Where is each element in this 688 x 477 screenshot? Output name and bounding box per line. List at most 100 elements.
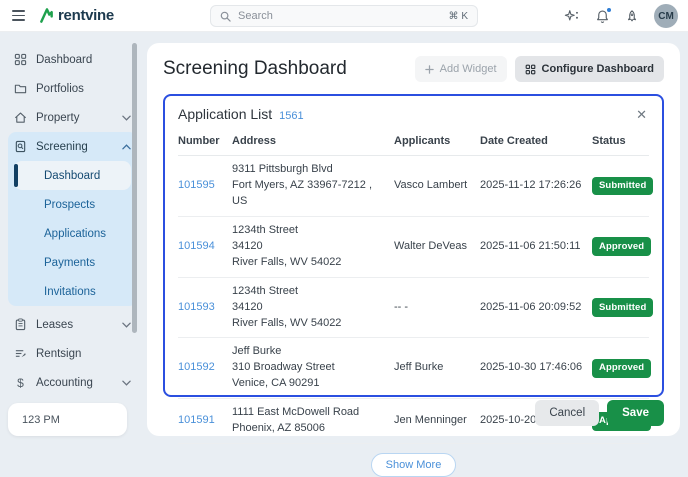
show-more-button[interactable]: Show More [371, 453, 457, 477]
status-badge: Submitted [592, 177, 653, 196]
column-header-status: Status [592, 130, 649, 156]
sidebar-subitem-payments[interactable]: Payments [14, 248, 131, 277]
sidebar-subitem-applications[interactable]: Applications [14, 219, 131, 248]
sidebar-item-label: Leases [36, 319, 73, 331]
sidebar-group-screening: Screening Dashboard Prospects Applicatio… [8, 132, 137, 306]
address-cell: 1111 East McDowell RoadPhoenix, AZ 85006 [232, 399, 394, 444]
search-placeholder: Search [238, 10, 273, 22]
close-icon[interactable]: ✕ [634, 106, 649, 123]
sidebar-subitem-label: Dashboard [44, 170, 100, 182]
chevron-down-icon [122, 322, 131, 328]
sidebar-item-label: Rentsign [36, 348, 81, 360]
sidebar-item-label: Screening [36, 141, 88, 153]
configure-dashboard-button[interactable]: Configure Dashboard [515, 56, 664, 82]
chevron-down-icon [122, 115, 131, 121]
screening-icon [14, 140, 27, 153]
rentvine-logo-icon [39, 8, 54, 23]
dashboard-grid-icon [14, 53, 27, 66]
table-row: 101594 1234th Street34120River Falls, WV … [178, 216, 649, 277]
add-widget-label: Add Widget [440, 63, 497, 75]
chevron-down-icon [122, 380, 131, 386]
status-badge: Approved [592, 237, 651, 256]
sidebar-item-property[interactable]: Property [8, 103, 137, 132]
sidebar-scrollbar[interactable] [132, 43, 137, 333]
sidebar-subitem-invitations[interactable]: Invitations [14, 277, 131, 306]
dollar-icon: $ [14, 376, 27, 390]
status-cell: Approved [592, 216, 649, 277]
grid-icon [525, 64, 536, 75]
application-number-link[interactable]: 101594 [178, 240, 215, 252]
folder-icon [14, 82, 27, 95]
top-bar: rentvine Search ⌘ K CM [0, 0, 688, 32]
notifications-bell-icon[interactable] [595, 9, 610, 24]
signature-icon [14, 347, 27, 360]
status-cell: Submitted [592, 156, 649, 217]
application-number-link[interactable]: 101595 [178, 179, 215, 191]
dashboard-card: Screening Dashboard Add Widget Configure… [147, 43, 680, 436]
application-list-widget[interactable]: Application List 1561 ✕ Number Address A… [163, 94, 664, 397]
date-created-cell: 2025-11-06 21:50:11 [480, 216, 592, 277]
user-avatar[interactable]: CM [654, 4, 678, 28]
sidebar-item-accounting[interactable]: $ Accounting [8, 368, 137, 397]
number-cell: 101591 [178, 399, 232, 444]
table-row: 101595 9311 Pittsburgh BlvdFort Myers, AZ… [178, 156, 649, 217]
logo-text: rentvine [58, 7, 114, 24]
notification-dot [606, 7, 612, 13]
status-badge: Approved [592, 359, 651, 378]
rocket-icon[interactable] [625, 9, 639, 24]
house-icon [14, 111, 27, 124]
applicants-cell: Jen Menninger [394, 399, 480, 444]
applicants-cell: Walter DeVeas [394, 216, 480, 277]
ai-sparkle-icon[interactable] [564, 9, 580, 23]
sidebar-item-label: Dashboard [36, 54, 92, 66]
sidebar-item-rentsign[interactable]: Rentsign [8, 339, 137, 368]
status-cell: Submitted [592, 277, 649, 338]
cancel-button[interactable]: Cancel [535, 400, 599, 426]
number-cell: 101592 [178, 338, 232, 399]
date-created-cell: 2025-11-12 17:26:26 [480, 156, 592, 217]
address-cell: 9311 Pittsburgh BlvdFort Myers, AZ 33967… [232, 156, 394, 217]
status-cell: Approved [592, 338, 649, 399]
sidebar-item-label: Portfolios [36, 83, 84, 95]
save-button[interactable]: Save [607, 400, 664, 426]
search-input[interactable]: Search ⌘ K [210, 5, 478, 27]
application-number-link[interactable]: 101593 [178, 301, 215, 313]
address-cell: Jeff Burke310 Broadway StreetVenice, CA … [232, 338, 394, 399]
sidebar: Dashboard Portfolios Property [0, 32, 145, 442]
column-header-address: Address [232, 130, 394, 156]
applicants-cell: Jeff Burke [394, 338, 480, 399]
sidebar-subitem-dashboard[interactable]: Dashboard [14, 161, 131, 190]
sidebar-item-leases[interactable]: Leases [8, 310, 137, 339]
sidebar-item-label: Accounting [36, 377, 93, 389]
search-icon [220, 11, 231, 22]
application-number-link[interactable]: 101592 [178, 361, 215, 373]
topbar-actions: CM [564, 0, 678, 32]
search-shortcut: ⌘ K [449, 11, 468, 22]
column-header-applicants: Applicants [394, 130, 480, 156]
sidebar-subitem-prospects[interactable]: Prospects [14, 190, 131, 219]
configure-dashboard-label: Configure Dashboard [542, 63, 654, 75]
main-area: Screening Dashboard Add Widget Configure… [145, 32, 688, 442]
sidebar-item-dashboard[interactable]: Dashboard [8, 45, 137, 74]
column-header-date-created: Date Created [480, 130, 592, 156]
plus-icon [425, 65, 434, 74]
add-widget-button[interactable]: Add Widget [415, 56, 507, 82]
number-cell: 101593 [178, 277, 232, 338]
status-badge: Submitted [592, 298, 653, 317]
address-cell: 1234th Street34120River Falls, WV 54022 [232, 216, 394, 277]
date-created-cell: 2025-11-06 20:09:52 [480, 277, 592, 338]
chevron-up-icon [122, 144, 131, 150]
column-header-number: Number [178, 130, 232, 156]
sidebar-item-portfolios[interactable]: Portfolios [8, 74, 137, 103]
table-row: 101592 Jeff Burke310 Broadway StreetVenic… [178, 338, 649, 399]
widget-title: Application List [178, 106, 272, 122]
application-number-link[interactable]: 101591 [178, 414, 215, 426]
applicants-cell: -- - [394, 277, 480, 338]
page-title: Screening Dashboard [163, 58, 347, 80]
address-cell: 1234th Street34120River Falls, WV 54022 [232, 277, 394, 338]
sidebar-item-screening[interactable]: Screening [8, 132, 137, 161]
widget-count-badge: 1561 [279, 110, 303, 122]
number-cell: 101594 [178, 216, 232, 277]
menu-toggle-icon[interactable] [12, 10, 25, 21]
sidebar-subitem-label: Payments [44, 257, 95, 269]
